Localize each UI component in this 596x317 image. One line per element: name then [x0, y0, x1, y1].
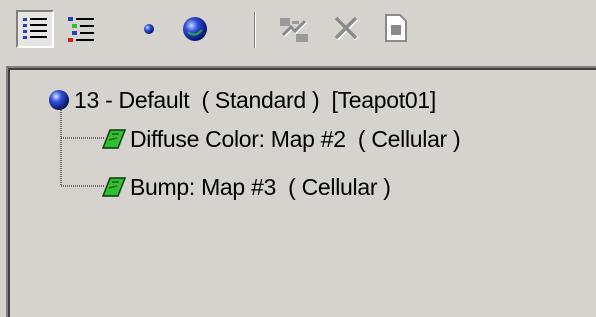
material-sphere-icon — [49, 90, 69, 110]
bump-map-label: Bump: Map #3 ( Cellular ) — [130, 174, 391, 200]
large-icons-button[interactable] — [176, 10, 214, 48]
display-tree-colored-icon — [68, 17, 94, 42]
display-tree-icon — [23, 18, 47, 39]
large-sphere-icon — [183, 17, 207, 41]
tree-node-bump-map[interactable]: Bump: Map #3 ( Cellular ) — [102, 172, 391, 202]
delete-icon — [334, 16, 359, 41]
view-tree-button[interactable] — [62, 10, 100, 48]
material-label: 13 - Default ( Standard ) [Teapot01] — [74, 87, 436, 113]
small-sphere-icon — [144, 24, 154, 34]
tree-node-material[interactable]: 13 - Default ( Standard ) [Teapot01] — [48, 85, 436, 115]
material-navigator-window: 13 - Default ( Standard ) [Teapot01] Dif… — [0, 0, 596, 317]
toolbar — [0, 0, 596, 64]
pick-material-icon — [280, 18, 308, 42]
map-parallelogram-icon — [102, 129, 126, 149]
material-tree-view[interactable]: 13 - Default ( Standard ) [Teapot01] Dif… — [8, 68, 596, 317]
map-parallelogram-icon — [102, 177, 126, 197]
tree-node-diffuse-map[interactable]: Diffuse Color: Map #2 ( Cellular ) — [102, 124, 461, 154]
material-tree-panel: 13 - Default ( Standard ) [Teapot01] Dif… — [6, 66, 596, 317]
document-button[interactable] — [378, 10, 416, 48]
document-icon — [385, 14, 407, 42]
pick-material-button[interactable] — [276, 10, 314, 48]
delete-button[interactable] — [328, 10, 366, 48]
toolbar-separator — [254, 12, 256, 48]
view-list-button[interactable] — [16, 10, 54, 48]
diffuse-map-label: Diffuse Color: Map #2 ( Cellular ) — [130, 126, 461, 152]
small-icons-button[interactable] — [130, 10, 168, 48]
